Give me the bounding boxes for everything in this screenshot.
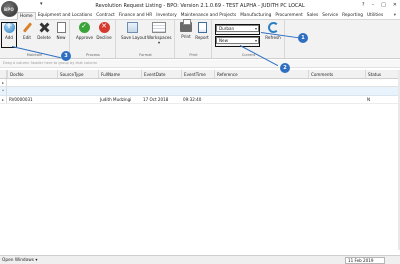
report-button[interactable]: Report [194,22,210,46]
tab-inventory[interactable]: Inventory [154,12,179,20]
column-header-fullname[interactable]: FullName [98,70,141,78]
save-layout-icon [126,22,138,33]
ribbon-tab-bar: Home Equipment and Locations Contract Fi… [0,12,400,20]
status-bar: Open Windows ▾ 11 Feb 2019 [0,255,400,264]
window-title: Revolution Request Listing - BPO: Versio… [95,3,305,9]
ribbon-collapse-icon[interactable]: ▾ [394,13,396,18]
header-corner [0,70,7,78]
site-select-highlight [215,24,260,35]
report-icon [197,22,207,33]
date-display: 11 Feb 2019 [345,257,385,264]
new-button[interactable]: New [53,22,69,46]
column-header-eventdate[interactable]: EventDate [141,70,181,78]
new-item-row[interactable]: * [0,87,400,96]
tab-contract[interactable]: Contract [94,12,116,20]
window-controls: ? – □ ✕ [362,2,397,8]
workspaces-button[interactable]: Workspaces ▾ [147,22,172,46]
delete-label: Delete [37,35,51,40]
app-logo-icon[interactable]: BPO [1,1,18,17]
decline-icon [98,22,110,33]
report-label: Report [195,35,209,40]
tab-reporting[interactable]: Reporting [340,12,365,20]
print-label: Print [181,34,191,39]
approve-icon [78,22,90,33]
cell-fullname[interactable]: Judith Mudzingi [98,96,141,103]
tab-procurement[interactable]: Procurement [273,12,304,20]
refresh-icon [267,22,279,33]
delete-button[interactable]: Delete [36,22,52,46]
tab-utilities[interactable]: Utilities [365,12,385,20]
column-header-reference[interactable]: Reference [214,70,308,78]
open-windows-dropdown-icon: ▾ [35,258,38,263]
new-row-marker: * [0,87,7,95]
callout-1: 1 [298,33,308,43]
column-header-docno[interactable]: DocNo [7,70,57,78]
edit-icon [22,22,33,33]
print-icon [180,19,192,32]
cell-status[interactable]: N [365,96,398,103]
current-group-label: Current [241,53,256,57]
process-group: Approve Decline Process [71,20,116,58]
edit-label: Edit [23,35,31,40]
tab-finance-and-hr[interactable]: Finance and HR [117,12,154,20]
open-windows-label: Open Windows [2,258,35,263]
callout-2: 2 [280,63,290,73]
tab-sales[interactable]: Sales [305,12,320,20]
column-header-eventtime[interactable]: EventTime [181,70,214,78]
workspaces-icon [152,22,166,33]
approve-button[interactable]: Approve [76,22,94,46]
minimize-button[interactable]: – [372,2,375,8]
close-button[interactable]: ✕ [393,2,397,8]
edit-button[interactable]: Edit [19,22,35,46]
status-select-highlight [215,36,260,47]
filter-row[interactable]: ▸ [0,79,400,87]
format-group-label: Format [139,53,152,57]
tab-equipment-and-locations[interactable]: Equipment and Locations [36,12,95,20]
print-button[interactable]: Print [178,19,194,46]
process-group-label: Process [86,53,100,57]
group-by-hint: Drag a column header here to group by th… [3,61,98,65]
cell-reference[interactable] [214,96,308,103]
print-group-label: Print [189,53,198,57]
filter-row-marker: ▸ [0,79,7,86]
column-header-sourcetype[interactable]: SourceType [57,70,98,78]
cell-eventdate[interactable]: 17 Oct 2018 [141,96,181,103]
grid-header: DocNo SourceType FullName EventDate Even… [0,70,400,79]
new-document-icon [56,22,66,33]
tab-manufacturing[interactable]: Manufacturing [238,12,273,20]
row-marker: ▸ [0,96,7,103]
cell-comments[interactable] [308,96,365,103]
delete-icon [39,22,50,33]
decline-label: Decline [96,35,112,40]
cell-eventtime[interactable]: 09:32:40 [181,96,214,103]
callout-3: 3 [61,51,71,61]
tab-home[interactable]: Home [17,12,36,20]
title-bar: BPO ▾ Revolution Request Listing - BPO: … [0,0,400,17]
save-layout-button[interactable]: Save Layout [121,22,147,46]
column-header-comments[interactable]: Comments [308,70,365,78]
approve-label: Approve [76,35,94,40]
group-by-panel[interactable]: Drag a column header here to group by th… [0,60,400,68]
ribbon: Add Edit Delete New Maintain Approve Dec… [0,19,400,59]
new-label: New [56,35,66,40]
add-button-highlight [1,22,17,48]
column-header-status[interactable]: Status [365,70,398,78]
cell-docno[interactable]: RV0000031 [7,96,57,103]
cell-sourcetype[interactable] [57,96,98,103]
table-row[interactable]: ▸ RV0000031 Judith Mudzingi 17 Oct 2018 … [0,96,400,104]
decline-button[interactable]: Decline [96,22,112,46]
format-group: Save Layout Workspaces ▾ Format [117,20,175,58]
save-layout-label: Save Layout [121,35,147,40]
tab-service[interactable]: Service [320,12,340,20]
print-group: Print Report Print [176,19,212,58]
help-button[interactable]: ? [362,2,365,8]
workspaces-dropdown-icon: ▾ [157,40,161,45]
open-windows-button[interactable]: Open Windows ▾ [2,257,38,264]
maximize-button[interactable]: □ [381,2,386,8]
